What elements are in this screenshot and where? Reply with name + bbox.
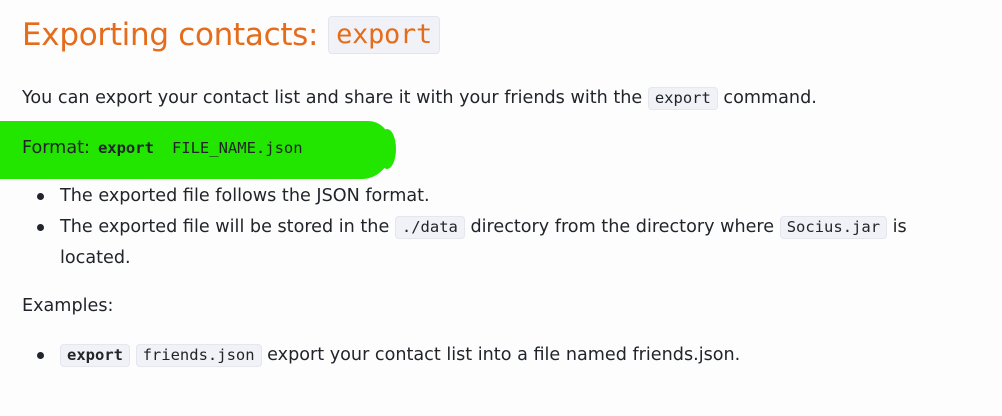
page-title-code: export: [328, 16, 440, 54]
example-argument-code: friends.json: [135, 344, 262, 367]
example-command-code: export: [60, 344, 130, 367]
note-text: The exported file follows the JSON forma…: [60, 186, 430, 206]
intro-code: export: [647, 87, 718, 110]
examples-label: Examples:: [22, 296, 114, 316]
format-line: Format: export FILE_NAME.json: [22, 136, 303, 160]
list-item: export friends.json export your contact …: [22, 340, 962, 371]
note-text-middle: directory from the directory where: [470, 217, 775, 237]
format-argument: FILE_NAME.json: [171, 139, 303, 157]
format-keyword: export: [97, 139, 154, 157]
intro-text-before: You can export your contact list and sha…: [22, 88, 643, 108]
notes-list: The exported file follows the JSON forma…: [22, 181, 962, 274]
list-item: The exported file will be stored in the …: [22, 212, 940, 274]
jar-file-code: Socius.jar: [779, 216, 888, 239]
page-title: Exporting contacts: export: [22, 16, 440, 54]
intro-text-after: command.: [723, 88, 817, 108]
list-item: The exported file follows the JSON forma…: [22, 181, 962, 212]
page-title-text: Exporting contacts:: [22, 17, 319, 53]
intro-paragraph: You can export your contact list and sha…: [22, 84, 817, 112]
note-text-before: The exported file will be stored in the: [60, 217, 390, 237]
examples-list: export friends.json export your contact …: [22, 340, 962, 371]
example-description: export your contact list into a file nam…: [267, 345, 741, 365]
format-label: Format:: [22, 138, 90, 158]
data-dir-code: ./data: [394, 216, 465, 239]
